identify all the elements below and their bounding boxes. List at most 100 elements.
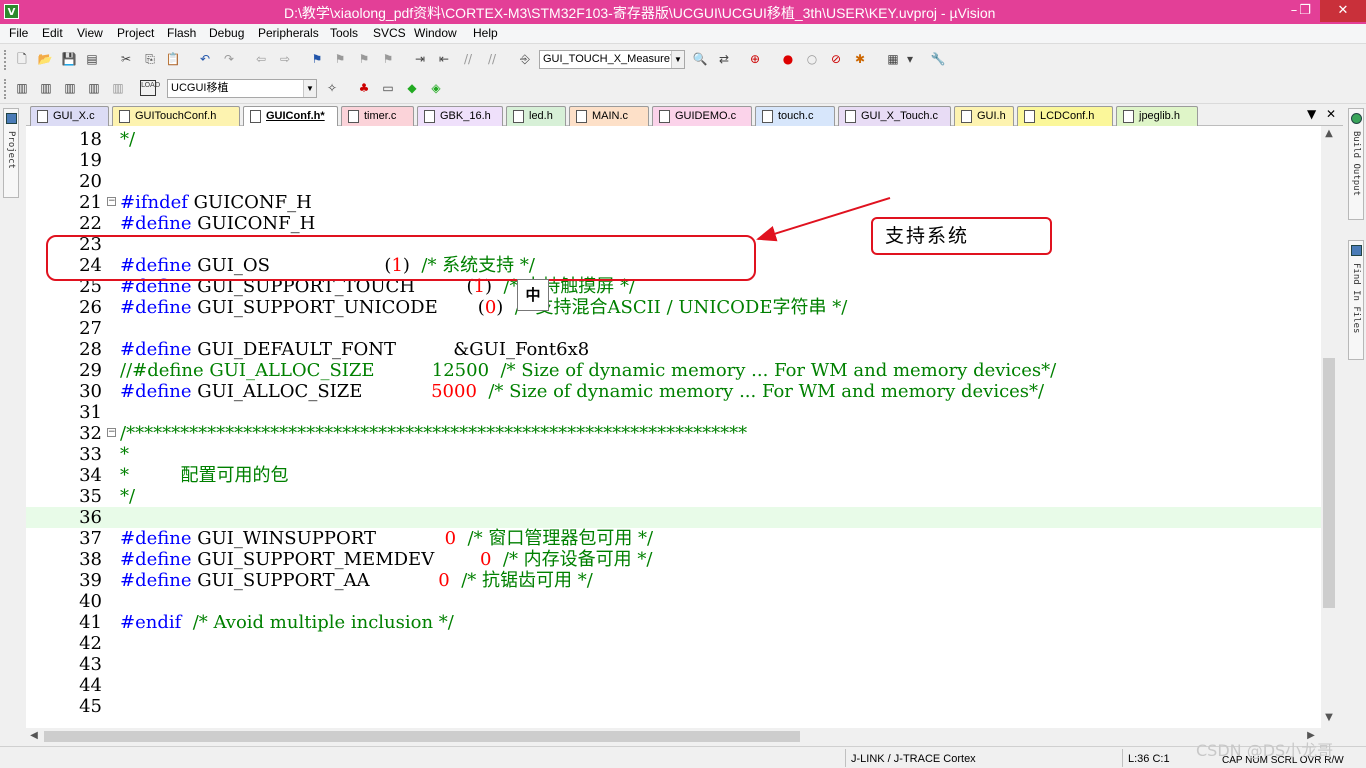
find-in-files-tab[interactable]: Find In Files xyxy=(1348,240,1364,360)
undo-icon[interactable]: ↶ xyxy=(197,51,213,67)
clear-all-breakpoints-icon[interactable]: ✱ xyxy=(852,51,868,67)
code-line[interactable]: 42 xyxy=(26,633,1321,654)
fold-toggle-icon[interactable]: − xyxy=(107,428,116,437)
next-bookmark-icon[interactable]: ⚑ xyxy=(356,51,372,67)
indent-icon[interactable]: ⇥ xyxy=(412,51,428,67)
tab-guidemo-c[interactable]: GUIDEMO.c xyxy=(652,106,752,126)
kill-breakpoints-icon[interactable]: ⊘ xyxy=(828,51,844,67)
code-line[interactable]: 34 * 配置可用的包 xyxy=(26,465,1321,486)
fold-toggle-icon[interactable]: − xyxy=(107,197,116,206)
find-in-files-icon[interactable]: ⇄ xyxy=(716,51,732,67)
menu-peripherals[interactable]: Peripherals xyxy=(258,26,319,40)
code-line[interactable]: 19 xyxy=(26,150,1321,171)
build-icon[interactable]: ▥ xyxy=(38,80,54,96)
code-line[interactable]: 44 xyxy=(26,675,1321,696)
code-line[interactable]: 32−/************************************… xyxy=(26,423,1321,444)
function-combo[interactable]: GUI_TOUCH_X_MeasureY ▼ xyxy=(539,50,685,69)
menu-edit[interactable]: Edit xyxy=(42,26,63,40)
chevron-down-icon[interactable]: ▼ xyxy=(671,51,684,68)
paste-icon[interactable]: 📋 xyxy=(165,51,181,67)
stop-build-icon[interactable]: ▥ xyxy=(110,80,126,96)
tab-timer-c[interactable]: timer.c xyxy=(341,106,414,126)
back-icon[interactable]: ⇦ xyxy=(253,51,269,67)
forward-icon[interactable]: ⇨ xyxy=(277,51,293,67)
tab-gui-h[interactable]: GUI.h xyxy=(954,106,1014,126)
code-line[interactable]: 37 #define GUI_WINSUPPORT 0 /* 窗口管理器包可用 *… xyxy=(26,528,1321,549)
code-line[interactable]: 29 //#define GUI_ALLOC_SIZE 12500 /* Size… xyxy=(26,360,1321,381)
tab-gui-x-touch-c[interactable]: GUI_X_Touch.c xyxy=(838,106,951,126)
code-line[interactable]: 30 #define GUI_ALLOC_SIZE 5000 /* Size of… xyxy=(26,381,1321,402)
find-icon[interactable]: 🔍 xyxy=(692,51,708,67)
translate-icon[interactable]: ▥ xyxy=(14,80,30,96)
code-line[interactable]: 43 xyxy=(26,654,1321,675)
manage-components-icon[interactable]: ♣ xyxy=(356,80,372,96)
cut-icon[interactable]: ✂ xyxy=(118,51,134,67)
tab-gui-x-c[interactable]: GUI_X.c xyxy=(30,106,109,126)
select-packs-icon[interactable]: ▭ xyxy=(380,80,396,96)
tab-guitouchconf-h[interactable]: GUITouchConf.h xyxy=(112,106,240,126)
code-line[interactable]: 45 xyxy=(26,696,1321,717)
code-line[interactable]: 40 xyxy=(26,591,1321,612)
tab-jpeglib-h[interactable]: jpeglib.h xyxy=(1116,106,1198,126)
menu-tools[interactable]: Tools xyxy=(330,26,358,40)
scroll-up-icon[interactable]: ▲ xyxy=(1321,128,1337,139)
redo-icon[interactable]: ↷ xyxy=(221,51,237,67)
run-time-env-icon[interactable]: ◈ xyxy=(428,80,444,96)
code-line[interactable]: 36 xyxy=(26,507,1321,528)
menu-svcs[interactable]: SVCS xyxy=(373,26,406,40)
load-icon[interactable]: LOAD xyxy=(140,80,160,96)
code-line[interactable]: 28 #define GUI_DEFAULT_FONT &GUI_Font6x8 xyxy=(26,339,1321,360)
close-button[interactable]: ✕ xyxy=(1320,0,1366,22)
menu-project[interactable]: Project xyxy=(117,26,154,40)
vertical-scroll-thumb[interactable] xyxy=(1323,358,1335,608)
vision-icon[interactable]: V xyxy=(4,4,19,19)
build-output-tab[interactable]: Build Output xyxy=(1348,108,1364,220)
menu-window[interactable]: Window xyxy=(414,26,457,40)
tab-close-button[interactable]: ✕ xyxy=(1326,107,1336,121)
clear-bookmarks-icon[interactable]: ⚑ xyxy=(380,51,396,67)
save-icon[interactable]: 💾 xyxy=(61,51,77,67)
project-panel-tab[interactable]: Project xyxy=(3,108,19,198)
horizontal-scrollbar[interactable]: ◀ ▶ xyxy=(26,728,1321,744)
copy-icon[interactable]: ⎘ xyxy=(142,51,158,67)
code-line[interactable]: 20 xyxy=(26,171,1321,192)
scroll-left-icon[interactable]: ◀ xyxy=(28,730,40,741)
rebuild-icon[interactable]: ▥ xyxy=(62,80,78,96)
tab-lcdconf-h[interactable]: LCDConf.h xyxy=(1017,106,1113,126)
code-line[interactable]: 41 #endif /* Avoid multiple inclusion */ xyxy=(26,612,1321,633)
chevron-down-icon[interactable]: ▼ xyxy=(303,80,316,97)
tab-guiconf-h[interactable]: GUIConf.h* xyxy=(243,106,338,126)
configure-icon[interactable]: 🔧 xyxy=(930,51,946,67)
code-line[interactable]: 27 xyxy=(26,318,1321,339)
tab-gbk-16-h[interactable]: GBK_16.h xyxy=(417,106,503,126)
target-options-icon[interactable]: ✧ xyxy=(324,80,340,96)
menu-view[interactable]: View xyxy=(77,26,103,40)
chevron-down-icon[interactable]: ▾ xyxy=(905,51,915,67)
ime-indicator[interactable]: 中 xyxy=(517,279,549,311)
menu-debug[interactable]: Debug xyxy=(209,26,244,40)
prev-bookmark-icon[interactable]: ⚑ xyxy=(332,51,348,67)
code-line[interactable]: 38 #define GUI_SUPPORT_MEMDEV 0 /* 内存设备可用… xyxy=(26,549,1321,570)
toolbar-grip[interactable] xyxy=(4,50,7,70)
new-file-icon[interactable]: 🗋 xyxy=(14,51,30,67)
breakpoint-icon[interactable]: ● xyxy=(780,51,796,67)
window-icon[interactable]: ▦ xyxy=(885,51,901,67)
menu-file[interactable]: File xyxy=(9,26,28,40)
open-icon[interactable]: 📂 xyxy=(37,51,53,67)
pack-installer-icon[interactable]: ◆ xyxy=(404,80,420,96)
tab-led-h[interactable]: led.h xyxy=(506,106,566,126)
menu-help[interactable]: Help xyxy=(473,26,498,40)
code-line[interactable]: 22 #define GUICONF_H xyxy=(26,213,1321,234)
bookmark-icon[interactable]: ⚑ xyxy=(309,51,325,67)
vertical-scrollbar[interactable]: ▲ ▼ xyxy=(1321,126,1337,728)
disabled-breakpoint-icon[interactable]: ○ xyxy=(804,51,820,67)
code-line[interactable]: 33 * xyxy=(26,444,1321,465)
code-line[interactable]: 39 #define GUI_SUPPORT_AA 0 /* 抗锯齿可用 */ xyxy=(26,570,1321,591)
toolbar-grip[interactable] xyxy=(4,79,7,99)
tab-touch-c[interactable]: touch.c xyxy=(755,106,835,126)
code-line[interactable]: 18 */ xyxy=(26,129,1321,150)
code-line[interactable]: 21− #ifndef GUICONF_H xyxy=(26,192,1321,213)
outdent-icon[interactable]: ⇤ xyxy=(436,51,452,67)
batch-build-icon[interactable]: ▥ xyxy=(86,80,102,96)
tab-main-c[interactable]: MAIN.c xyxy=(569,106,649,126)
